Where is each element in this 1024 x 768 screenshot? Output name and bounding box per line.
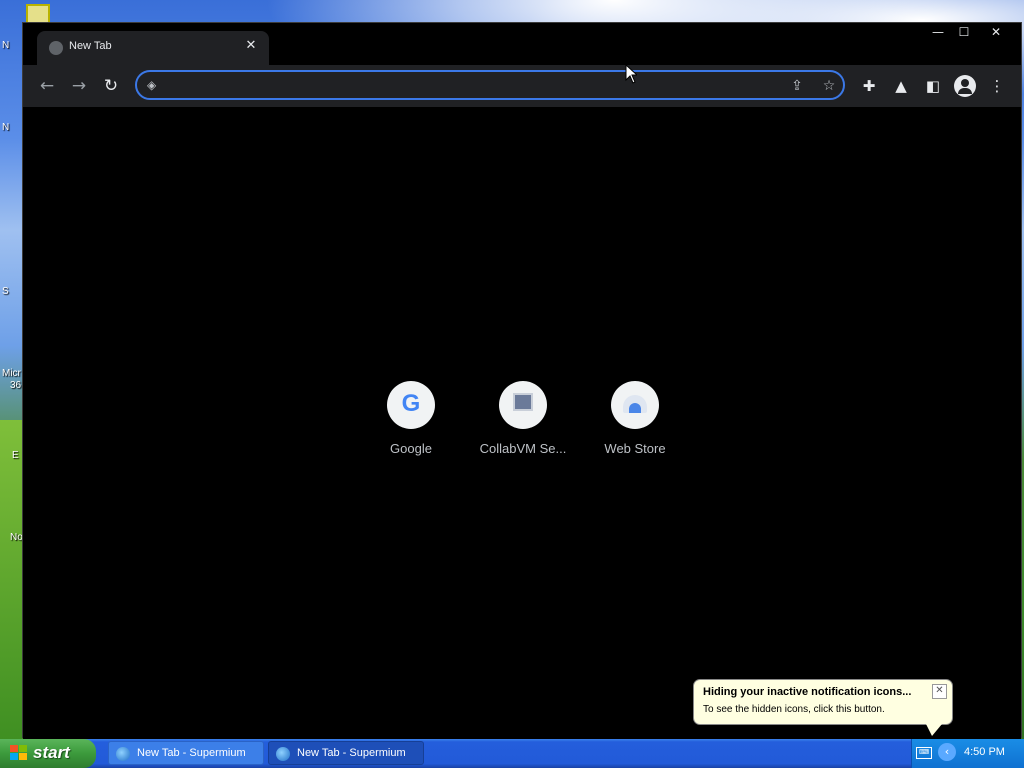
menu-kebab-icon[interactable]: ⋮ bbox=[986, 75, 1008, 97]
bookmark-star-icon[interactable]: ☆ bbox=[819, 76, 839, 96]
address-input[interactable] bbox=[169, 76, 773, 96]
labs-flask-icon[interactable]: ▲ bbox=[890, 75, 912, 97]
desktop-icon-label[interactable]: 36 bbox=[10, 380, 21, 391]
back-button[interactable]: ← bbox=[35, 74, 59, 98]
extensions-puzzle-icon[interactable]: ✚ bbox=[858, 75, 880, 97]
shortcut-icon-container: G bbox=[387, 381, 435, 429]
tab-strip: New Tab ✕ — ☐ ✕ bbox=[23, 23, 1021, 65]
google-icon: G bbox=[401, 390, 421, 417]
window-close-button[interactable]: ✕ bbox=[983, 23, 1009, 41]
globe-icon bbox=[49, 41, 63, 55]
tab-title: New Tab bbox=[69, 40, 112, 52]
windows-flag-icon bbox=[10, 745, 27, 760]
shortcut-google[interactable]: G Google bbox=[356, 379, 466, 469]
balloon-tail bbox=[926, 724, 942, 736]
shortcut-label: Web Store bbox=[604, 441, 666, 456]
desktop-icon-label[interactable]: N bbox=[2, 40, 9, 51]
shortcut-label: Google bbox=[390, 441, 432, 456]
keyboard-icon[interactable]: ⌨ bbox=[916, 747, 932, 759]
taskbar-item-active[interactable]: New Tab - Supermium bbox=[268, 741, 424, 765]
shortcut-icon-container bbox=[499, 381, 547, 429]
computer-icon bbox=[513, 393, 533, 411]
site-info-icon[interactable]: ◈ bbox=[147, 78, 161, 92]
desktop-icon-label[interactable]: Micr bbox=[2, 368, 21, 379]
balloon-text: To see the hidden icons, click this butt… bbox=[703, 704, 885, 715]
desktop-icon-label[interactable]: E bbox=[12, 450, 19, 461]
taskbar-item[interactable]: New Tab - Supermium bbox=[108, 741, 264, 765]
taskbar-item-label: New Tab - Supermium bbox=[137, 747, 246, 759]
tab-new-tab[interactable]: New Tab ✕ bbox=[37, 31, 269, 65]
notification-balloon[interactable]: Hiding your inactive notification icons.… bbox=[693, 679, 953, 736]
new-tab-page: G Google CollabVM Se... Web Store bbox=[23, 107, 1021, 739]
show-hidden-icons-button[interactable]: ‹ bbox=[938, 743, 956, 761]
shortcut-web-store[interactable]: Web Store bbox=[580, 379, 690, 469]
address-bar[interactable]: ◈ ⇪ ☆ bbox=[135, 70, 845, 100]
reload-button[interactable]: ↻ bbox=[99, 74, 123, 98]
share-icon[interactable]: ⇪ bbox=[787, 76, 807, 96]
supermium-icon bbox=[276, 747, 290, 761]
balloon-close-button[interactable]: ✕ bbox=[932, 684, 947, 699]
start-button[interactable]: start bbox=[0, 739, 96, 768]
web-store-icon bbox=[623, 395, 647, 413]
system-tray: ⌨ ‹ 4:50 PM bbox=[911, 739, 1024, 768]
side-panel-icon[interactable]: ◧ bbox=[922, 75, 944, 97]
mouse-cursor-icon bbox=[625, 64, 637, 84]
shortcut-icon-container bbox=[611, 381, 659, 429]
clock[interactable]: 4:50 PM bbox=[964, 746, 1005, 758]
maximize-button[interactable]: ☐ bbox=[951, 23, 977, 41]
desktop-icon-label[interactable]: S bbox=[2, 286, 9, 297]
browser-toolbar: ← → ↻ ◈ ⇪ ☆ ✚ ▲ ◧ ⋮ bbox=[23, 65, 1021, 107]
profile-avatar-icon[interactable] bbox=[954, 75, 976, 97]
start-label: start bbox=[33, 743, 70, 762]
supermium-icon bbox=[116, 747, 130, 761]
browser-window: New Tab ✕ — ☐ ✕ ← → ↻ ◈ ⇪ ☆ ✚ ▲ ◧ ⋮ G Go… bbox=[22, 22, 1022, 739]
taskbar-item-label: New Tab - Supermium bbox=[297, 747, 406, 759]
forward-button[interactable]: → bbox=[67, 74, 91, 98]
minimize-button[interactable]: — bbox=[925, 23, 951, 41]
shortcut-collabvm[interactable]: CollabVM Se... bbox=[468, 379, 578, 469]
desktop-icon-label[interactable]: N bbox=[2, 122, 9, 133]
tab-close-button[interactable]: ✕ bbox=[243, 38, 259, 54]
taskbar: start New Tab - Supermium New Tab - Supe… bbox=[0, 739, 1024, 768]
shortcut-label: CollabVM Se... bbox=[479, 441, 567, 456]
desktop-icon-label[interactable]: No bbox=[10, 532, 23, 543]
balloon-title: Hiding your inactive notification icons.… bbox=[703, 686, 912, 698]
